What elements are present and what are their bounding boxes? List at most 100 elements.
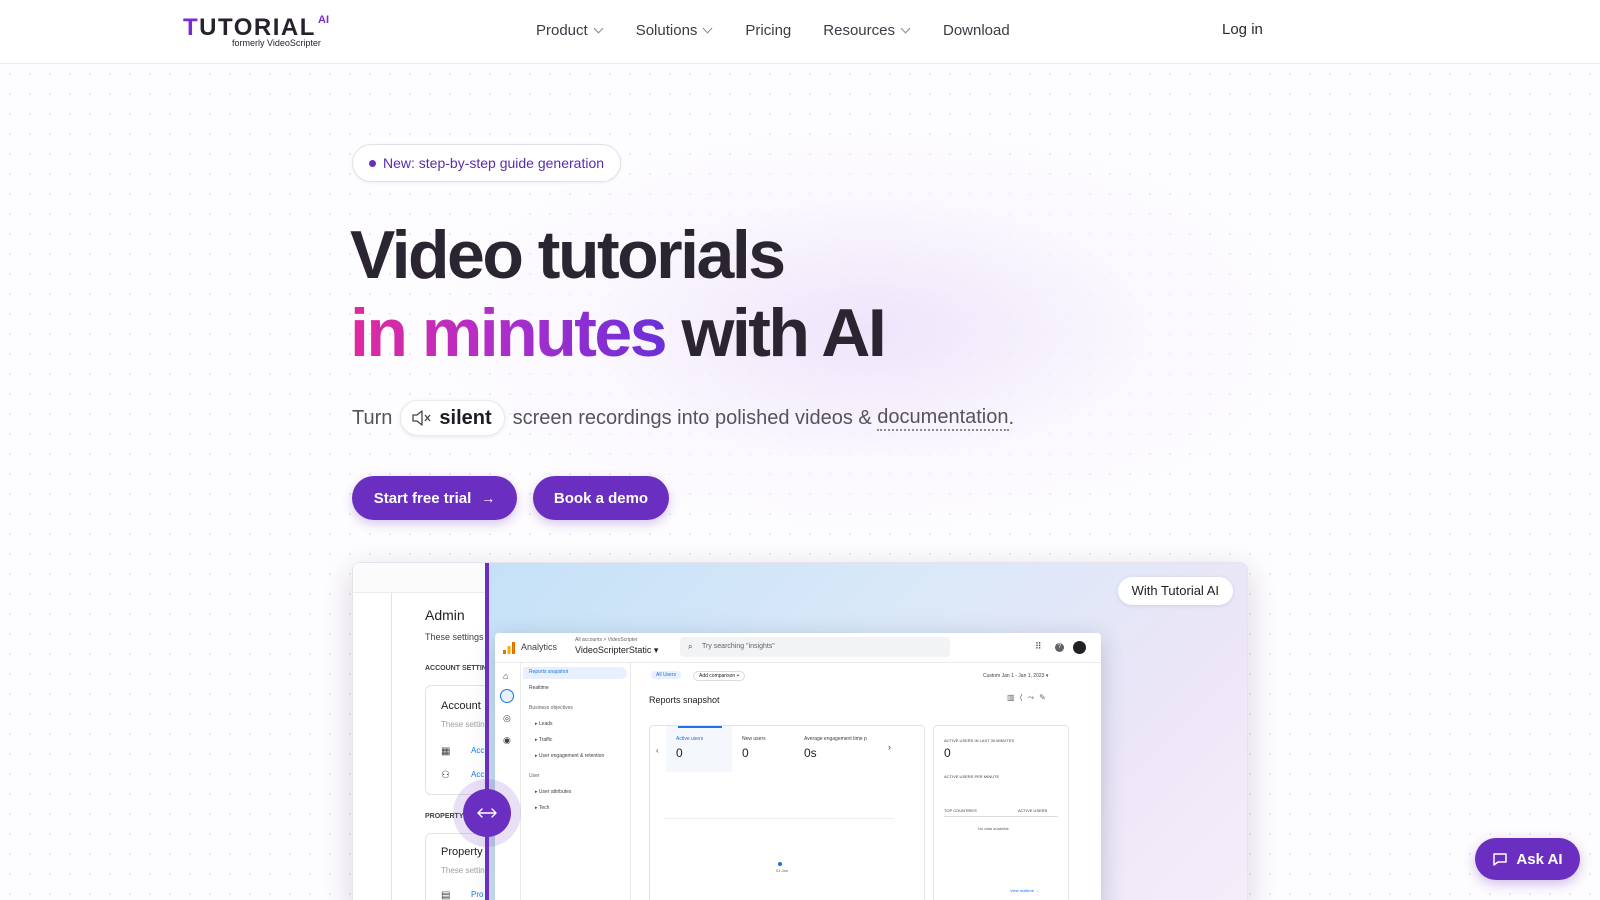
no-data-text: No data available (978, 826, 1009, 831)
headline-gradient-text: in minutes (350, 295, 668, 371)
active-users-header: ACTIVE USERS (1018, 808, 1048, 813)
nav-reports-snapshot[interactable]: Reports snapshot (529, 669, 568, 675)
realtime-label: ACTIVE USERS IN LAST 30 MINUTES (944, 738, 1015, 743)
active-users-tab[interactable]: Active users 0 (666, 726, 732, 772)
ga-app-name: Analytics (521, 642, 558, 652)
window-icon: ▤ (441, 890, 451, 900)
menu-item-solutions[interactable]: Solutions (636, 22, 713, 39)
ask-ai-button[interactable]: Ask AI (1475, 838, 1580, 880)
comparison-divider[interactable] (485, 563, 489, 900)
menu-item-product[interactable]: Product (536, 22, 604, 39)
ga-breadcrumb[interactable]: All accounts > VideoScripter (575, 637, 638, 643)
documentation-link[interactable]: documentation (877, 406, 1009, 431)
chart-point (778, 862, 782, 866)
metric-new-value: 0 (742, 746, 749, 760)
chat-bubble-icon (1493, 853, 1508, 866)
all-users-chip[interactable]: All Users (651, 671, 682, 679)
chart-axis-label: 01 Jan (776, 868, 789, 873)
book-demo-button[interactable]: Book a demo (533, 476, 669, 520)
reports-icon[interactable] (500, 689, 514, 703)
announcement-text: New: step-by-step guide generation (383, 155, 605, 171)
metric-engagement-value: 0s (804, 746, 817, 760)
before-after-preview: Admin These settings a ACCOUNT SETTING A… (352, 562, 1248, 900)
nav-realtime[interactable]: Realtime (529, 685, 549, 691)
realtime-value: 0 (944, 746, 951, 760)
advertising-icon[interactable]: ◉ (503, 735, 511, 746)
property-card-sub: These setting (441, 866, 490, 875)
hero-subheadline: Turn silent screen recordings into polis… (352, 400, 1014, 436)
brand-logo[interactable]: TUTORIAL AI formerly VideoScripter (183, 14, 333, 50)
announcement-badge[interactable]: New: step-by-step guide generation (352, 144, 622, 182)
after-pane: With Tutorial AI Analytics All accounts … (487, 563, 1247, 900)
date-range-selector[interactable]: Custom Jan 1 - Jan 1, 2023 ▾ (983, 673, 1048, 679)
ga-metrics-card: Active users 0 New users 0 Average engag… (649, 725, 925, 900)
logo-subtitle: formerly VideoScripter (232, 38, 321, 48)
nav-leads[interactable]: ▸ Leads (535, 721, 553, 727)
help-icon[interactable]: ? (1055, 643, 1064, 652)
hero-headline: Video tutorials in minutes with AI (350, 216, 887, 372)
menu-item-resources[interactable]: Resources (823, 22, 911, 39)
ga-report-toolbar-icons[interactable]: ▥⟨⤳✎ (1007, 693, 1051, 703)
start-free-trial-button[interactable]: Start free trial → (352, 476, 517, 520)
view-realtime-link[interactable]: View realtime → (1010, 888, 1039, 893)
per-minute-label: ACTIVE USERS PER MINUTE (944, 774, 1000, 779)
sub-text-end: . (1008, 406, 1015, 429)
before-title: Admin (425, 607, 465, 623)
menu-item-download[interactable]: Download (943, 22, 1010, 39)
speaker-muted-icon (412, 410, 431, 426)
before-subtitle: These settings a (425, 632, 492, 642)
add-comparison-chip[interactable]: Add comparison + (693, 671, 746, 681)
nav-engagement[interactable]: ▸ User engagement & retention (535, 753, 604, 759)
silent-chip: silent (400, 400, 505, 436)
with-tutorial-ai-badge: With Tutorial AI (1117, 577, 1233, 605)
before-topbar (353, 563, 489, 593)
headline-rest: with AI (681, 295, 886, 371)
apps-grid-icon[interactable]: ⠿ (1035, 641, 1042, 652)
analytics-logo-icon (503, 642, 515, 654)
metric-active-label: Active users (676, 736, 704, 742)
account-row-1[interactable]: Acc (471, 746, 484, 755)
arrow-right-icon: → (481, 490, 496, 506)
explore-icon[interactable]: ◎ (503, 713, 511, 724)
chevron-left-icon[interactable]: ‹ (656, 746, 659, 755)
nav-tech[interactable]: ▸ Tech (535, 805, 549, 811)
ga-search-placeholder: Try searching "insights" (702, 643, 775, 650)
account-card-title: Account (441, 700, 481, 712)
metric-active-value: 0 (676, 746, 683, 760)
ga-header: Analytics All accounts > VideoScripter V… (495, 633, 1101, 663)
comparison-slider-handle[interactable] (463, 789, 511, 837)
ga-icon-rail: ⌂ ◎ ◉ (495, 663, 521, 900)
ga-realtime-card: ACTIVE USERS IN LAST 30 MINUTES 0 ACTIVE… (933, 725, 1069, 900)
ga-search-input[interactable]: ⌕ Try searching "insights" (680, 637, 950, 657)
sub-text-middle: screen recordings into polished videos & (512, 406, 872, 429)
before-pane: Admin These settings a ACCOUNT SETTING A… (353, 563, 505, 900)
chevron-right-icon[interactable]: › (888, 742, 891, 752)
people-icon: ⚇ (441, 770, 450, 781)
property-row-1[interactable]: Pro (471, 890, 483, 899)
logo-ai-mark: AI (318, 14, 329, 26)
ga-reports-nav: Reports snapshot Realtime Business objec… (521, 663, 631, 900)
chevron-down-icon (900, 23, 911, 34)
ga-property-selector[interactable]: VideoScripterStatic ▾ (575, 645, 658, 656)
nav-business-objectives[interactable]: Business objectives (529, 705, 573, 711)
nav-traffic[interactable]: ▸ Traffic (535, 737, 552, 743)
avatar[interactable] (1073, 641, 1086, 654)
sub-text-before: Turn (352, 406, 393, 429)
account-row-2[interactable]: Acc (471, 770, 484, 779)
drag-arrows-icon (477, 808, 497, 818)
dot-icon (369, 160, 376, 167)
nav-user-attributes[interactable]: ▸ User attributes (535, 789, 571, 795)
account-card-sub: These setting (441, 720, 490, 729)
ga-report-title: Reports snapshot (649, 695, 720, 705)
login-link[interactable]: Log in (1222, 21, 1263, 38)
before-section-account: ACCOUNT SETTING (425, 665, 493, 672)
main-menu: Product Solutions Pricing Resources Down… (536, 22, 1010, 39)
home-icon[interactable]: ⌂ (503, 671, 508, 681)
top-navbar: TUTORIAL AI formerly VideoScripter Produ… (0, 0, 1600, 64)
top-countries-header: TOP COUNTRIES (944, 808, 977, 813)
menu-item-pricing[interactable]: Pricing (745, 22, 791, 39)
nav-user[interactable]: User (529, 773, 540, 779)
property-card-title: Property (441, 846, 483, 858)
metric-new-label: New users (742, 736, 766, 742)
before-rail (391, 593, 392, 900)
